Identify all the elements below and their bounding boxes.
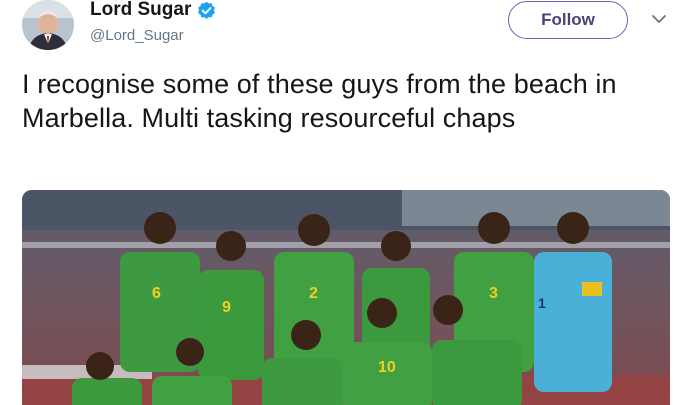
verified-badge-icon — [197, 1, 216, 20]
tweet-text: I recognise some of these guys from the … — [22, 69, 617, 133]
tweet-header: Lord Sugar @Lord_Sugar Follow — [0, 0, 700, 52]
author-handle[interactable]: @Lord_Sugar — [90, 27, 184, 44]
author-name-row: Lord Sugar — [90, 0, 216, 20]
jersey-number: 1 — [538, 295, 546, 311]
avatar[interactable] — [22, 0, 74, 50]
jersey-number: 6 — [152, 285, 161, 302]
jersey-number: 2 — [309, 285, 318, 302]
follow-button[interactable]: Follow — [508, 1, 628, 39]
jersey-number: 9 — [222, 299, 231, 316]
tweet-photo[interactable]: 6 2 3 9 10 1 — [22, 190, 670, 405]
jersey-number: 3 — [489, 285, 498, 302]
chevron-down-icon[interactable] — [650, 12, 668, 26]
display-name[interactable]: Lord Sugar — [90, 0, 191, 20]
jersey-number: 10 — [378, 359, 396, 376]
team-photo-illustration: 6 2 3 9 10 1 — [22, 190, 670, 405]
